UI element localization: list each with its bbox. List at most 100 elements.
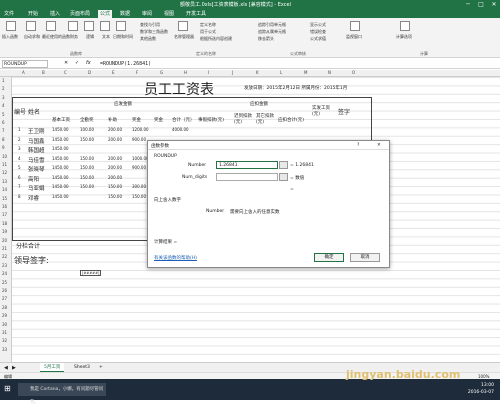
next-sheet-icon[interactable]: ▶ [12,365,16,371]
row-header-4[interactable]: 4 [2,103,5,108]
prev-sheet-icon[interactable]: ◀ [4,365,8,371]
start-icon[interactable]: ⊞ [4,384,11,393]
enter-icon[interactable]: ✓ [75,60,79,66]
row-header-18[interactable]: 18 [2,221,7,226]
tab-page-layout[interactable]: 页面布局 [70,10,90,17]
employee-subsidy[interactable]: 200.00 [108,127,122,132]
name-manager-button[interactable]: 名称管理器 [174,34,194,40]
use-in-formula-button[interactable]: 用于公式 [200,29,216,35]
tab-insert[interactable]: 插入 [50,10,60,17]
row-header-20[interactable]: 20 [2,238,7,243]
column-header-c[interactable]: C [64,70,67,75]
row-header-19[interactable]: 19 [2,229,7,234]
column-header-d[interactable]: D [88,70,91,75]
help-icon[interactable]: ? [357,143,359,148]
tab-review[interactable]: 审阅 [142,10,152,17]
employee-no[interactable]: 1 [18,127,21,132]
row-header-32[interactable]: 32 [2,338,7,343]
tab-developer[interactable]: 开发工具 [186,10,206,17]
tab-view[interactable]: 视图 [164,10,174,17]
tab-file[interactable]: 文件 [4,10,14,17]
autosum-button[interactable]: 自动求和 [24,34,40,40]
employee-full[interactable]: 100.00 [80,127,94,132]
cancel-icon[interactable]: ✕ [64,60,68,66]
row-header-3[interactable]: 3 [2,95,5,100]
tab-home[interactable]: 开始 [28,10,38,17]
name-manager-icon[interactable] [178,21,188,31]
error-check-button[interactable]: 错误检查 [310,29,326,35]
row-header-10[interactable]: 10 [2,154,7,159]
date-time-button[interactable]: 日期和时间 [113,34,133,40]
insert-function-button[interactable]: 插入函数 [2,34,18,40]
lookup-button[interactable]: 查找与引用 [140,22,160,28]
more-functions-button[interactable]: 其他函数 [140,36,156,42]
insert-function-fx-icon[interactable]: fx [86,60,91,66]
number-collapse-icon[interactable] [279,161,288,169]
remove-arrows-button[interactable]: 移去箭头 [258,36,274,42]
employee-name[interactable]: 马佳雪 [28,156,45,164]
calc-options-button[interactable]: 计算选项 [396,34,412,40]
employee-subsidy[interactable]: 200.00 [108,165,122,170]
cortana-search[interactable]: 我是 Cortana，小娜。有问题尽管问我。 [18,383,106,405]
function-help-link[interactable]: 有关该函数的帮助(H) [154,255,197,261]
calc-options-icon[interactable] [400,21,410,31]
column-header-n[interactable]: N [328,70,331,75]
restore-button[interactable]: □ [475,0,487,9]
employee-base[interactable]: 1450.00 [52,184,69,189]
tab-formulas[interactable]: 公式 [98,10,113,18]
num-digits-collapse-icon[interactable] [279,173,288,181]
column-header-b[interactable]: B [42,70,45,75]
date-time-icon[interactable] [116,21,126,31]
formula-input[interactable]: =ROUNDUP(1.26841) [100,60,151,68]
row-header-2[interactable]: 2 [2,86,5,91]
employee-name[interactable]: 王卫刚 [28,127,45,135]
row-header-31[interactable]: 31 [2,330,7,335]
row-header-7[interactable]: 7 [2,128,5,133]
minimize-button[interactable]: ─ [462,0,474,9]
row-header-6[interactable]: 6 [2,120,5,125]
row-header-13[interactable]: 13 [2,179,7,184]
employee-base[interactable]: 1450.00 [52,137,69,142]
employee-bonus[interactable]: 1200.00 [132,127,149,132]
row-header-24[interactable]: 24 [2,271,7,276]
logical-icon[interactable] [84,21,94,31]
trace-dependents-button[interactable]: 追踪从属单元格 [258,29,286,35]
column-header-e[interactable]: E [112,70,115,75]
recent-functions-button[interactable]: 最近使用的函数 [42,34,70,40]
column-header-j[interactable]: J [232,70,233,75]
watch-window-button[interactable]: 监视窗口 [346,34,362,40]
employee-name[interactable]: 张晓琴 [28,165,45,173]
row-header-8[interactable]: 8 [2,137,5,142]
row-header-11[interactable]: 11 [2,162,7,167]
column-header-h[interactable]: H [184,70,187,75]
employee-bonus[interactable]: 900.00 [132,165,146,170]
column-header-a[interactable]: A [22,70,25,75]
employee-name[interactable]: 韩国超 [28,146,45,154]
column-header-l[interactable]: L [280,70,282,75]
employee-name[interactable]: 邓睿 [28,194,39,202]
trace-precedents-button[interactable]: 追踪引用单元格 [258,22,286,28]
row-header-15[interactable]: 15 [2,196,7,201]
math-trig-button[interactable]: 数学和三角函数 [140,29,168,35]
employee-full[interactable]: 150.00 [80,175,94,180]
row-header-33[interactable]: 33 [2,347,7,352]
number-arg-input[interactable]: 1.26841 [216,161,278,169]
column-header-m[interactable]: M [304,70,307,75]
employee-subsidy[interactable]: 200.00 [108,156,122,161]
column-header-k[interactable]: K [256,70,259,75]
employee-no[interactable]: 3 [18,146,21,151]
employee-base[interactable]: 1450.00 [52,165,69,170]
row-header-26[interactable]: 26 [2,288,7,293]
employee-base[interactable]: 1450.00 [52,175,69,180]
row-header-30[interactable]: 30 [2,322,7,327]
cell-tag[interactable]: [#####] [80,270,102,276]
row-header-12[interactable]: 12 [2,170,7,175]
employee-base[interactable]: 1450.00 [52,156,69,161]
employee-no[interactable]: 5 [18,165,21,170]
dialog-close-icon[interactable]: ✕ [377,143,381,148]
ok-button[interactable]: 确定 [314,253,344,262]
recent-functions-icon[interactable] [46,21,56,31]
employee-no[interactable]: 6 [18,175,21,180]
employee-no[interactable]: 8 [18,194,21,199]
employee-full[interactable]: 150.00 [80,137,94,142]
